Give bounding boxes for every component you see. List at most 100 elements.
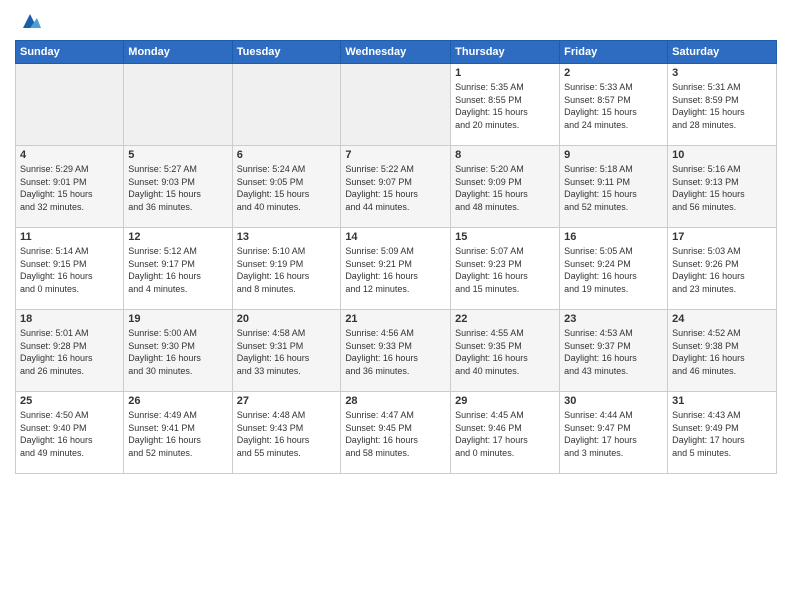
day-info: Sunrise: 5:20 AMSunset: 9:09 PMDaylight:… <box>455 163 555 213</box>
calendar-day-cell <box>124 64 232 146</box>
day-number: 10 <box>672 149 772 161</box>
day-number: 9 <box>564 149 663 161</box>
day-number: 17 <box>672 231 772 243</box>
calendar-day-cell: 23 Sunrise: 4:53 AMSunset: 9:37 PMDayligh… <box>560 310 668 392</box>
calendar-day-cell: 3 Sunrise: 5:31 AMSunset: 8:59 PMDaylight… <box>668 64 777 146</box>
calendar-week-row: 25 Sunrise: 4:50 AMSunset: 9:40 PMDayligh… <box>16 392 777 474</box>
calendar-day-cell: 18 Sunrise: 5:01 AMSunset: 9:28 PMDayligh… <box>16 310 124 392</box>
day-number: 6 <box>237 149 337 161</box>
calendar-day-cell: 15 Sunrise: 5:07 AMSunset: 9:23 PMDayligh… <box>451 228 560 310</box>
calendar-table: SundayMondayTuesdayWednesdayThursdayFrid… <box>15 40 777 474</box>
calendar-day-cell: 27 Sunrise: 4:48 AMSunset: 9:43 PMDayligh… <box>232 392 341 474</box>
day-info: Sunrise: 5:05 AMSunset: 9:24 PMDaylight:… <box>564 245 663 295</box>
weekday-header: Wednesday <box>341 41 451 64</box>
day-number: 27 <box>237 395 337 407</box>
day-info: Sunrise: 4:52 AMSunset: 9:38 PMDaylight:… <box>672 327 772 377</box>
day-info: Sunrise: 5:09 AMSunset: 9:21 PMDaylight:… <box>345 245 446 295</box>
calendar-day-cell: 14 Sunrise: 5:09 AMSunset: 9:21 PMDayligh… <box>341 228 451 310</box>
day-info: Sunrise: 5:31 AMSunset: 8:59 PMDaylight:… <box>672 81 772 131</box>
day-number: 31 <box>672 395 772 407</box>
calendar-day-cell: 4Sunrise: 5:29 AMSunset: 9:01 PMDaylight… <box>16 146 124 228</box>
day-info: Sunrise: 4:53 AMSunset: 9:37 PMDaylight:… <box>564 327 663 377</box>
day-number: 19 <box>128 313 227 325</box>
day-number: 25 <box>20 395 119 407</box>
calendar-day-cell: 20 Sunrise: 4:58 AMSunset: 9:31 PMDayligh… <box>232 310 341 392</box>
day-info: Sunrise: 5:18 AMSunset: 9:11 PMDaylight:… <box>564 163 663 213</box>
calendar-day-cell: 6 Sunrise: 5:24 AMSunset: 9:05 PMDaylight… <box>232 146 341 228</box>
day-number: 22 <box>455 313 555 325</box>
page: SundayMondayTuesdayWednesdayThursdayFrid… <box>0 0 792 612</box>
calendar-day-cell: 10 Sunrise: 5:16 AMSunset: 9:13 PMDayligh… <box>668 146 777 228</box>
day-number: 15 <box>455 231 555 243</box>
day-info: Sunrise: 4:50 AMSunset: 9:40 PMDaylight:… <box>20 409 119 459</box>
weekday-header: Thursday <box>451 41 560 64</box>
calendar-day-cell: 24 Sunrise: 4:52 AMSunset: 9:38 PMDayligh… <box>668 310 777 392</box>
calendar-week-row: 4Sunrise: 5:29 AMSunset: 9:01 PMDaylight… <box>16 146 777 228</box>
day-number: 24 <box>672 313 772 325</box>
logo-icon <box>19 10 41 32</box>
calendar-day-cell: 29 Sunrise: 4:45 AMSunset: 9:46 PMDayligh… <box>451 392 560 474</box>
calendar-day-cell: 9 Sunrise: 5:18 AMSunset: 9:11 PMDaylight… <box>560 146 668 228</box>
day-number: 30 <box>564 395 663 407</box>
calendar-week-row: 18 Sunrise: 5:01 AMSunset: 9:28 PMDayligh… <box>16 310 777 392</box>
day-number: 21 <box>345 313 446 325</box>
day-number: 29 <box>455 395 555 407</box>
day-number: 8 <box>455 149 555 161</box>
day-info: Sunrise: 5:12 AMSunset: 9:17 PMDaylight:… <box>128 245 227 295</box>
calendar-day-cell: 12 Sunrise: 5:12 AMSunset: 9:17 PMDayligh… <box>124 228 232 310</box>
day-info: Sunrise: 4:55 AMSunset: 9:35 PMDaylight:… <box>455 327 555 377</box>
day-info: Sunrise: 5:07 AMSunset: 9:23 PMDaylight:… <box>455 245 555 295</box>
day-number: 28 <box>345 395 446 407</box>
calendar-day-cell: 7Sunrise: 5:22 AMSunset: 9:07 PMDaylight… <box>341 146 451 228</box>
day-info: Sunrise: 5:27 AMSunset: 9:03 PMDaylight:… <box>128 163 227 213</box>
header <box>15 10 777 32</box>
calendar-day-cell: 25 Sunrise: 4:50 AMSunset: 9:40 PMDayligh… <box>16 392 124 474</box>
calendar-day-cell: 13Sunrise: 5:10 AMSunset: 9:19 PMDayligh… <box>232 228 341 310</box>
calendar-day-cell: 30 Sunrise: 4:44 AMSunset: 9:47 PMDayligh… <box>560 392 668 474</box>
calendar-day-cell: 26Sunrise: 4:49 AMSunset: 9:41 PMDayligh… <box>124 392 232 474</box>
weekday-header: Sunday <box>16 41 124 64</box>
calendar-day-cell: 21Sunrise: 4:56 AMSunset: 9:33 PMDayligh… <box>341 310 451 392</box>
calendar-day-cell: 28 Sunrise: 4:47 AMSunset: 9:45 PMDayligh… <box>341 392 451 474</box>
day-info: Sunrise: 4:44 AMSunset: 9:47 PMDaylight:… <box>564 409 663 459</box>
calendar-week-row: 1 Sunrise: 5:35 AMSunset: 8:55 PMDaylight… <box>16 64 777 146</box>
calendar-day-cell: 22 Sunrise: 4:55 AMSunset: 9:35 PMDayligh… <box>451 310 560 392</box>
weekday-header: Saturday <box>668 41 777 64</box>
weekday-header: Monday <box>124 41 232 64</box>
day-info: Sunrise: 4:45 AMSunset: 9:46 PMDaylight:… <box>455 409 555 459</box>
day-number: 14 <box>345 231 446 243</box>
day-info: Sunrise: 4:47 AMSunset: 9:45 PMDaylight:… <box>345 409 446 459</box>
day-info: Sunrise: 5:10 AMSunset: 9:19 PMDaylight:… <box>237 245 337 295</box>
day-info: Sunrise: 5:00 AMSunset: 9:30 PMDaylight:… <box>128 327 227 377</box>
weekday-header: Tuesday <box>232 41 341 64</box>
calendar-day-cell <box>16 64 124 146</box>
calendar-day-cell: 2Sunrise: 5:33 AMSunset: 8:57 PMDaylight… <box>560 64 668 146</box>
weekday-header: Friday <box>560 41 668 64</box>
day-info: Sunrise: 5:14 AMSunset: 9:15 PMDaylight:… <box>20 245 119 295</box>
calendar-day-cell: 17Sunrise: 5:03 AMSunset: 9:26 PMDayligh… <box>668 228 777 310</box>
day-number: 18 <box>20 313 119 325</box>
calendar-day-cell <box>341 64 451 146</box>
calendar-day-cell: 5Sunrise: 5:27 AMSunset: 9:03 PMDaylight… <box>124 146 232 228</box>
day-info: Sunrise: 5:01 AMSunset: 9:28 PMDaylight:… <box>20 327 119 377</box>
calendar-day-cell: 11Sunrise: 5:14 AMSunset: 9:15 PMDayligh… <box>16 228 124 310</box>
day-info: Sunrise: 4:43 AMSunset: 9:49 PMDaylight:… <box>672 409 772 459</box>
day-info: Sunrise: 4:58 AMSunset: 9:31 PMDaylight:… <box>237 327 337 377</box>
weekday-header-row: SundayMondayTuesdayWednesdayThursdayFrid… <box>16 41 777 64</box>
calendar-week-row: 11Sunrise: 5:14 AMSunset: 9:15 PMDayligh… <box>16 228 777 310</box>
day-info: Sunrise: 4:48 AMSunset: 9:43 PMDaylight:… <box>237 409 337 459</box>
day-number: 2 <box>564 67 663 79</box>
day-number: 12 <box>128 231 227 243</box>
day-number: 7 <box>345 149 446 161</box>
calendar-day-cell: 31 Sunrise: 4:43 AMSunset: 9:49 PMDayligh… <box>668 392 777 474</box>
day-info: Sunrise: 5:24 AMSunset: 9:05 PMDaylight:… <box>237 163 337 213</box>
day-info: Sunrise: 5:16 AMSunset: 9:13 PMDaylight:… <box>672 163 772 213</box>
day-info: Sunrise: 5:29 AMSunset: 9:01 PMDaylight:… <box>20 163 119 213</box>
day-number: 23 <box>564 313 663 325</box>
day-number: 20 <box>237 313 337 325</box>
day-info: Sunrise: 5:35 AMSunset: 8:55 PMDaylight:… <box>455 81 555 131</box>
day-number: 3 <box>672 67 772 79</box>
day-number: 1 <box>455 67 555 79</box>
day-number: 16 <box>564 231 663 243</box>
calendar-day-cell: 1 Sunrise: 5:35 AMSunset: 8:55 PMDaylight… <box>451 64 560 146</box>
